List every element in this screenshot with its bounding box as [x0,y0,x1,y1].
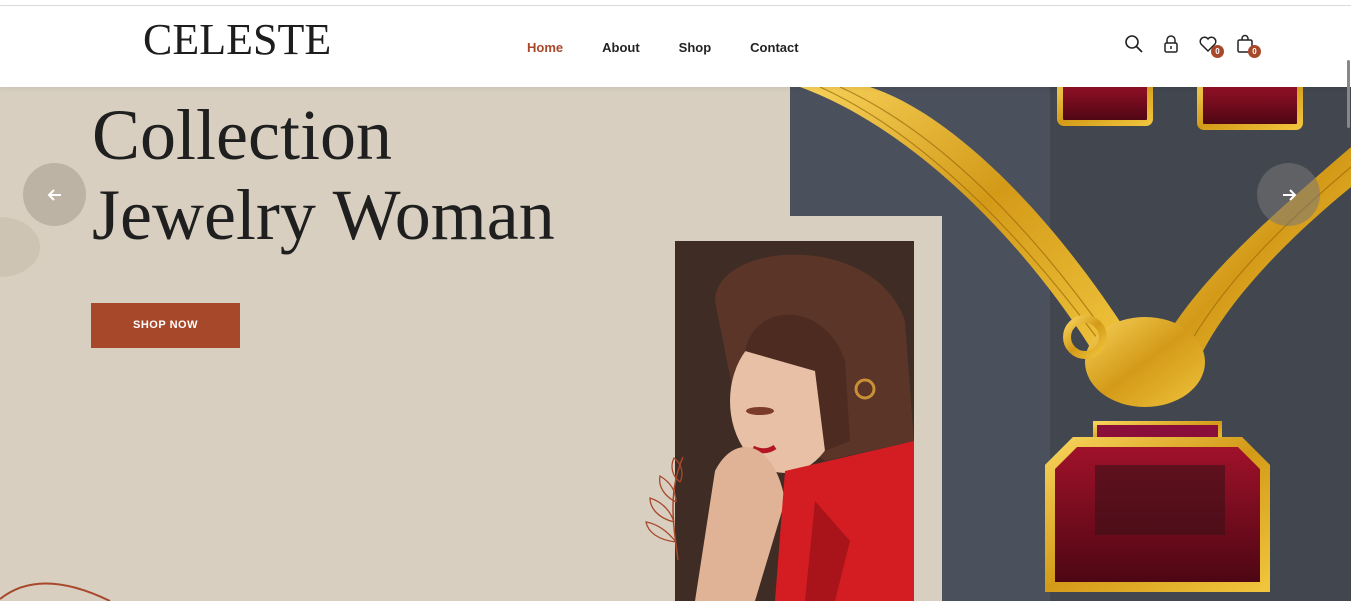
hero-title: Collection Jewelry Woman [92,95,555,255]
lock-icon[interactable] [1161,34,1181,56]
nav-contact[interactable]: Contact [750,40,798,55]
shop-now-button[interactable]: SHOP NOW [91,303,240,348]
nav-about[interactable]: About [602,40,640,55]
arrow-right-icon [1282,189,1296,201]
shopping-bag-icon[interactable]: 0 [1235,34,1261,58]
site-header: CELESTE Home About Shop Contact 0 0 [0,6,1351,87]
header-icons: 0 0 [1124,34,1261,58]
cart-count-badge: 0 [1248,45,1261,58]
hero-slider: Collection Jewelry Woman SHOP NOW [0,87,1351,601]
scrollbar[interactable] [1347,60,1350,128]
woman-portrait-image [675,241,914,601]
nav-home[interactable]: Home [527,40,563,55]
decorative-line [0,582,111,601]
wishlist-count-badge: 0 [1211,45,1224,58]
decorative-leaf [645,456,684,561]
nav-shop[interactable]: Shop [679,40,712,55]
slider-prev-button[interactable] [23,163,86,226]
logo[interactable]: CELESTE [143,18,331,62]
search-icon[interactable] [1124,34,1144,56]
arrow-left-icon [47,189,61,201]
main-nav: Home About Shop Contact [527,40,838,55]
hero-title-line-1: Collection [92,95,392,175]
hero-title-line-2: Jewelry Woman [92,175,555,255]
heart-icon[interactable]: 0 [1198,34,1224,58]
slider-next-button[interactable] [1257,163,1320,226]
